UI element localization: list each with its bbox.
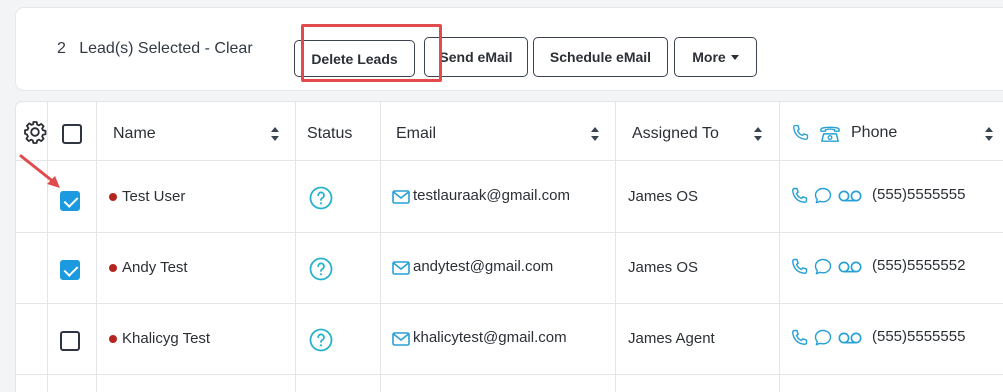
sort-icon[interactable] [270, 126, 280, 142]
lead-name[interactable]: Test User [122, 188, 185, 205]
status-question-icon[interactable] [309, 328, 333, 352]
leads-table: Name Status Email Assigned To Phone Test… [16, 102, 1003, 392]
schedule-email-button[interactable]: Schedule eMail [533, 37, 668, 77]
voicemail-icon[interactable] [837, 328, 863, 348]
column-divider [779, 102, 780, 392]
phone-icon[interactable] [789, 257, 809, 277]
phone-icon [793, 124, 809, 140]
header-phone[interactable]: Phone [851, 124, 897, 142]
lead-phone[interactable]: (555)5555552 [872, 257, 965, 274]
more-button[interactable]: More [674, 37, 757, 77]
highlight-box [301, 24, 442, 82]
mail-icon [392, 261, 410, 275]
row-divider [16, 303, 1003, 304]
lead-assigned-to: James Agent [628, 330, 715, 347]
lead-name[interactable]: Khalicyg Test [122, 330, 210, 347]
row-checkbox[interactable] [60, 331, 80, 351]
column-divider [615, 102, 616, 392]
header-status[interactable]: Status [307, 125, 352, 143]
status-dot [109, 264, 117, 272]
mail-icon [392, 332, 410, 346]
action-bar: 2 Lead(s) Selected - Clear Delete Leads … [16, 8, 1003, 90]
lead-email[interactable]: testlauraak@gmail.com [413, 187, 570, 204]
phone-actions [789, 257, 863, 277]
sort-icon[interactable] [984, 126, 994, 142]
lead-phone[interactable]: (555)5555555 [872, 328, 965, 345]
chat-icon[interactable] [813, 186, 833, 206]
header-email[interactable]: Email [396, 125, 436, 143]
sort-icon[interactable] [590, 126, 600, 142]
annotation-arrow [19, 154, 60, 188]
chat-icon[interactable] [813, 328, 833, 348]
row-divider [16, 232, 1003, 233]
column-divider [96, 102, 97, 392]
header-assigned-to[interactable]: Assigned To [632, 125, 719, 143]
lead-email[interactable]: andytest@gmail.com [413, 258, 553, 275]
sort-icon[interactable] [753, 126, 763, 142]
lead-email[interactable]: khalicytest@gmail.com [413, 329, 567, 346]
phone-icon[interactable] [789, 186, 809, 206]
voicemail-icon[interactable] [837, 186, 863, 206]
header-name[interactable]: Name [113, 125, 156, 143]
row-divider [16, 160, 1003, 161]
more-button-label: More [692, 49, 726, 65]
landline-icon [820, 126, 840, 142]
status-question-icon[interactable] [309, 257, 333, 281]
select-all-checkbox[interactable] [62, 124, 82, 144]
selection-summary[interactable]: 2 Lead(s) Selected - Clear [57, 40, 253, 58]
voicemail-icon[interactable] [837, 257, 863, 277]
row-checkbox[interactable] [60, 260, 80, 280]
chat-icon[interactable] [813, 257, 833, 277]
caret-down-icon [730, 54, 739, 60]
status-dot [109, 193, 117, 201]
gear-icon[interactable] [23, 120, 47, 144]
column-divider [295, 102, 296, 392]
column-divider [380, 102, 381, 392]
column-divider [47, 102, 48, 392]
status-question-icon[interactable] [309, 186, 333, 210]
phone-actions [789, 186, 863, 206]
lead-assigned-to: James OS [628, 259, 699, 276]
row-divider [16, 374, 1003, 375]
lead-phone[interactable]: (555)5555555 [872, 186, 965, 203]
lead-name[interactable]: Andy Test [122, 259, 188, 276]
lead-assigned-to: James OS [628, 188, 699, 205]
status-dot [109, 335, 117, 343]
phone-icon[interactable] [789, 328, 809, 348]
mail-icon [392, 190, 410, 204]
phone-actions [789, 328, 863, 348]
